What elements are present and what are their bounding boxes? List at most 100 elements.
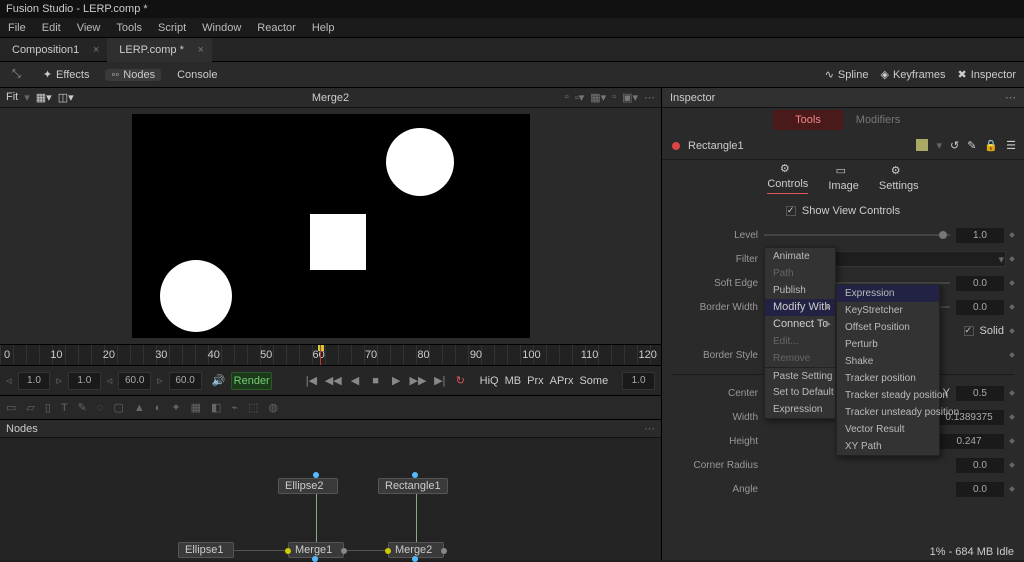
tool-icon[interactable]: ✦ <box>171 401 180 414</box>
view-a-icon[interactable]: ▫ <box>565 91 569 104</box>
tool-icon[interactable]: ▢ <box>113 401 123 414</box>
go-start-icon[interactable]: |◀ <box>304 372 319 390</box>
step-back-icon[interactable]: ◀◀ <box>325 372 342 390</box>
softedge-value[interactable]: 0.0 <box>956 276 1004 291</box>
tool-icon[interactable]: ◍ <box>268 401 278 414</box>
menu-tools[interactable]: Tools <box>108 22 150 34</box>
more-icon[interactable]: ⋯ <box>644 420 655 438</box>
height-value[interactable]: 0.247 <box>934 434 1004 449</box>
menu-path[interactable]: Path <box>765 265 835 282</box>
go-end-icon[interactable]: ▶| <box>432 372 447 390</box>
menu-script[interactable]: Script <box>150 22 194 34</box>
pin-icon[interactable]: ✎ <box>967 139 976 152</box>
close-icon[interactable]: × <box>93 44 99 56</box>
expand-button[interactable]: ⤡ <box>6 68 27 81</box>
menu-expression[interactable]: Expression <box>765 401 835 418</box>
menu-reactor[interactable]: Reactor <box>249 22 304 34</box>
stereo-icon[interactable]: ▣▾ <box>622 91 638 104</box>
menu-connect-to[interactable]: Connect To▸ <box>765 316 835 333</box>
flag-prx[interactable]: Prx <box>527 375 544 387</box>
end-frame[interactable]: 1.0 <box>622 372 655 390</box>
play-back-icon[interactable]: ◀ <box>348 372 363 390</box>
menu-paste-setting[interactable]: Paste Setting <box>765 367 835 384</box>
tool-icon[interactable]: ▱ <box>26 401 34 414</box>
keyframe-icon[interactable] <box>1009 414 1015 420</box>
view-c-icon[interactable]: ▫ <box>612 91 616 104</box>
tab-tools[interactable]: Tools <box>773 110 843 130</box>
keyframe-icon[interactable] <box>1009 328 1015 334</box>
keyframes-button[interactable]: ◈Keyframes <box>880 68 945 81</box>
stop-icon[interactable]: ■ <box>368 372 383 390</box>
subtab-image[interactable]: ▭Image <box>828 164 859 192</box>
menu-set-default[interactable]: Set to Default <box>765 384 835 401</box>
subtab-settings[interactable]: ⚙Settings <box>879 164 919 192</box>
submenu-offset[interactable]: Offset Position <box>837 319 939 336</box>
view-b-icon[interactable]: ▫▾ <box>575 91 584 104</box>
nodes-button[interactable]: ◦◦Nodes <box>105 69 161 81</box>
tool-icon[interactable]: ◌ <box>97 402 104 414</box>
submenu-shake[interactable]: Shake <box>837 353 939 370</box>
menu-publish[interactable]: Publish <box>765 282 835 299</box>
menu-window[interactable]: Window <box>194 22 249 34</box>
settings-icon[interactable]: ☰ <box>1006 139 1016 152</box>
menu-animate[interactable]: Animate <box>765 248 835 265</box>
timeline-cursor[interactable] <box>320 345 321 365</box>
angle-value[interactable]: 0.0 <box>956 482 1004 497</box>
inspector-button[interactable]: ✖Inspector <box>958 68 1016 81</box>
menu-remove[interactable]: Remove <box>765 350 835 367</box>
keyframe-icon[interactable] <box>1009 390 1015 396</box>
console-button[interactable]: Console <box>171 69 223 81</box>
tool-icon[interactable]: ▲ <box>134 402 145 414</box>
node-graph[interactable]: Ellipse2 Rectangle1 Ellipse1 Merge1 Merg… <box>0 438 661 560</box>
loop-icon[interactable]: ↻ <box>453 372 468 390</box>
prev-marker-icon[interactable]: ◃ <box>6 374 12 387</box>
cornerradius-value[interactable]: 0.0 <box>956 458 1004 473</box>
tab-modifiers[interactable]: Modifiers <box>843 110 913 130</box>
flag-aprx[interactable]: APrx <box>550 375 574 387</box>
more-icon[interactable]: ⋯ <box>644 91 655 104</box>
in-frame[interactable]: 1.0 <box>68 372 101 390</box>
version-icon[interactable]: ↺ <box>950 139 959 152</box>
tool-icon[interactable]: T <box>61 402 68 414</box>
color-swatch[interactable] <box>916 139 928 151</box>
tool-icon[interactable]: ⬚ <box>248 401 258 414</box>
submenu-xypath[interactable]: XY Path <box>837 438 939 455</box>
tool-icon[interactable]: ⌁ <box>231 401 238 414</box>
submenu-tracker-unsteady[interactable]: Tracker unsteady position <box>837 404 939 421</box>
tool-icon[interactable]: ▯ <box>45 401 51 414</box>
level-value[interactable]: 1.0 <box>956 228 1004 243</box>
submenu-vector[interactable]: Vector Result <box>837 421 939 438</box>
submenu-expression[interactable]: Expression <box>837 285 939 302</box>
next-marker-icon[interactable]: ▹ <box>56 374 62 387</box>
menu-file[interactable]: File <box>0 22 34 34</box>
submenu-tracker-pos[interactable]: Tracker position <box>837 370 939 387</box>
menu-modify-with[interactable]: Modify With▸ <box>765 299 835 316</box>
node-rectangle1[interactable]: Rectangle1 <box>378 478 448 494</box>
effects-button[interactable]: ✦Effects <box>37 68 96 81</box>
solid-checkbox[interactable] <box>964 326 974 336</box>
out-frame[interactable]: 60.0 <box>169 372 202 390</box>
spline-button[interactable]: ∿Spline <box>825 68 869 81</box>
start-frame[interactable]: 1.0 <box>18 372 51 390</box>
view-options-icon[interactable]: ▦▾ <box>36 91 52 104</box>
enable-dot-icon[interactable] <box>672 142 680 150</box>
grid-icon[interactable]: ▦▾ <box>590 91 606 104</box>
submenu-tracker-steady[interactable]: Tracker steady position <box>837 387 939 404</box>
tab-lerp[interactable]: LERP.comp *× <box>107 38 212 62</box>
flag-some[interactable]: Some <box>579 375 608 387</box>
center-y[interactable]: 0.5 <box>956 386 1004 401</box>
node-ellipse1[interactable]: Ellipse1 <box>178 542 234 558</box>
keyframe-icon[interactable] <box>1009 462 1015 468</box>
menu-view[interactable]: View <box>69 22 109 34</box>
submenu-perturb[interactable]: Perturb <box>837 336 939 353</box>
render-button[interactable]: Render <box>231 372 272 390</box>
play-icon[interactable]: ▶ <box>389 372 404 390</box>
keyframe-icon[interactable] <box>1009 352 1015 358</box>
tool-icon[interactable]: ▦ <box>191 401 201 414</box>
subtab-controls[interactable]: ⚙Controls <box>767 162 808 194</box>
lock-icon[interactable]: 🔒 <box>984 139 998 152</box>
inspector-item-name[interactable]: Rectangle1 <box>688 140 744 152</box>
show-view-controls-checkbox[interactable] <box>786 206 796 216</box>
node-ellipse2[interactable]: Ellipse2 <box>278 478 338 494</box>
flag-hiq[interactable]: HiQ <box>480 375 499 387</box>
